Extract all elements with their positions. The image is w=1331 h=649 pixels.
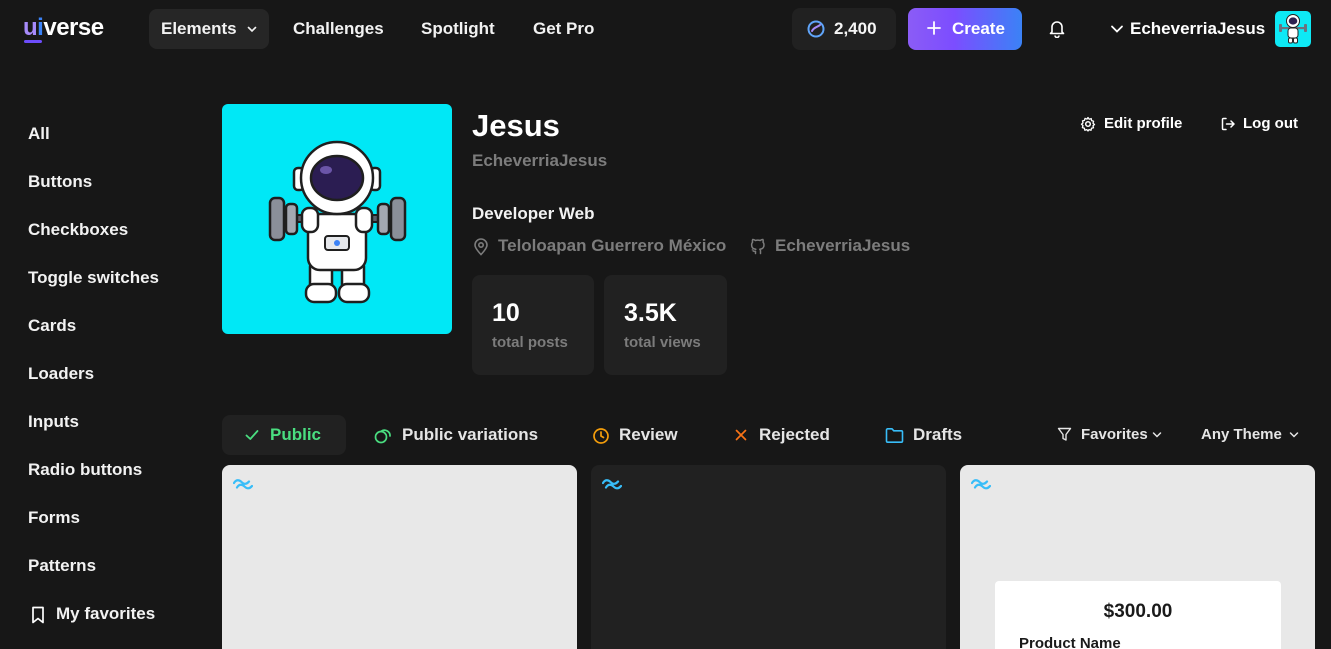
nav-spotlight[interactable]: Spotlight [409, 9, 507, 49]
tab-review-label: Review [619, 425, 678, 444]
edit-profile-label: Edit profile [1104, 115, 1183, 132]
logo-underline [24, 40, 42, 43]
sidebar-item-loaders[interactable]: Loaders [28, 362, 94, 386]
username-label: EcheverriaJesus [1130, 19, 1266, 38]
tab-public[interactable]: Public [222, 415, 346, 455]
coin-icon [807, 20, 825, 38]
tailwind-icon [971, 479, 991, 490]
stat-total-views: 3.5K total views [604, 275, 727, 375]
filter-icon [1057, 427, 1072, 441]
nav-elements-dropdown[interactable]: Elements [149, 9, 269, 49]
profile-role: Developer Web [472, 204, 595, 223]
chevron-down-icon [1289, 432, 1299, 438]
astronaut-avatar-icon [1279, 14, 1307, 44]
chevron-down-icon [1111, 25, 1123, 33]
location-label: Teloloapan Guerrero México [498, 236, 727, 255]
tab-public-label: Public [270, 425, 322, 444]
clock-icon [593, 428, 609, 444]
sidebar-item-label: My favorites [56, 604, 156, 623]
folder-icon [885, 428, 904, 443]
sidebar-item-cards[interactable]: Cards [28, 314, 76, 338]
logout-label: Log out [1243, 115, 1298, 132]
stat-views-label: total views [624, 334, 701, 351]
sidebar-item-forms[interactable]: Forms [28, 506, 80, 530]
nav-elements-label: Elements [161, 19, 237, 38]
gear-icon [1080, 116, 1096, 132]
nav-get-pro[interactable]: Get Pro [521, 9, 606, 49]
stat-posts-label: total posts [492, 334, 568, 351]
element-card[interactable] [591, 465, 946, 649]
sidebar-item-inputs[interactable]: Inputs [28, 410, 79, 434]
plus-icon [927, 21, 941, 35]
sidebar-item-toggle-switches[interactable]: Toggle switches [28, 266, 159, 290]
profile-name: Jesus [472, 108, 560, 143]
uiverse-logo[interactable]: uiverse [23, 14, 104, 42]
sidebar-item-radio-buttons[interactable]: Radio buttons [28, 458, 142, 482]
github-label: EcheverriaJesus [775, 236, 911, 255]
tab-variations-label: Public variations [402, 425, 539, 444]
create-label: Create [952, 19, 1005, 38]
sidebar-item-patterns[interactable]: Patterns [28, 554, 96, 578]
profile-avatar [222, 104, 452, 334]
favorites-filter-label: Favorites [1081, 426, 1148, 443]
top-navbar: uiverse Elements Challenges Spotlight Ge… [0, 0, 1331, 58]
product-name: Product Name [1019, 635, 1121, 649]
sidebar-item-buttons[interactable]: Buttons [28, 170, 92, 194]
logout-icon [1221, 117, 1235, 131]
chevron-down-icon [247, 26, 257, 33]
tailwind-icon [233, 479, 253, 490]
sidebar-item-all[interactable]: All [28, 122, 50, 146]
chevron-down-icon [1152, 432, 1162, 438]
nav-challenges[interactable]: Challenges [281, 9, 396, 49]
bookmark-icon [32, 606, 44, 624]
map-pin-icon [474, 238, 488, 256]
product-price: $300.00 [1103, 601, 1173, 622]
stat-total-posts: 10 total posts [472, 275, 594, 375]
tab-rejected-label: Rejected [759, 425, 830, 444]
sidebar-item-my-favorites[interactable]: My favorites [28, 602, 188, 626]
points-badge[interactable]: 2,400 [792, 8, 896, 50]
element-card[interactable]: $300.00 Product Name [960, 465, 1315, 649]
check-icon [245, 430, 259, 440]
points-value: 2,400 [834, 19, 877, 38]
github-icon [750, 238, 765, 255]
product-card-preview: $300.00 Product Name [995, 581, 1281, 649]
variations-icon [374, 429, 391, 444]
logo-u: u [23, 14, 38, 41]
user-avatar[interactable] [1275, 11, 1311, 47]
x-icon [735, 429, 747, 441]
tab-drafts-label: Drafts [913, 425, 963, 444]
stat-views-value: 3.5K [624, 299, 677, 327]
element-card[interactable] [222, 465, 577, 649]
sidebar-item-checkboxes[interactable]: Checkboxes [28, 218, 128, 242]
create-button[interactable]: Create [908, 8, 1022, 50]
logo-rest: verse [43, 14, 104, 41]
tailwind-icon [602, 479, 622, 490]
profile-handle: EcheverriaJesus [472, 151, 608, 170]
theme-filter-label: Any Theme [1201, 426, 1282, 443]
stat-posts-value: 10 [492, 299, 520, 327]
astronaut-weightlifter-icon [268, 140, 407, 304]
bell-icon[interactable] [1047, 18, 1067, 38]
